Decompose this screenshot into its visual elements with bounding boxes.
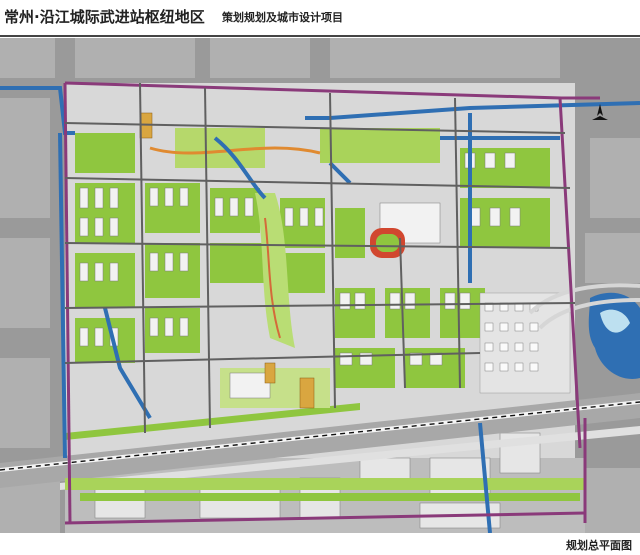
north-arrow-icon	[592, 104, 608, 120]
page-title: 常州·沿江城际武进站枢纽地区	[4, 8, 205, 26]
map-caption: 规划总平面图	[566, 539, 632, 552]
master-plan-map	[0, 38, 640, 534]
map-canvas	[0, 38, 640, 534]
page-subtitle: 策划规划及城市设计项目	[222, 11, 343, 24]
title-divider	[0, 35, 640, 37]
caption-bar: 规划总平面图	[0, 533, 640, 555]
east-residential	[479, 292, 571, 394]
title-bar: 常州·沿江城际武进站枢纽地区 策划规划及城市设计项目	[0, 0, 640, 38]
